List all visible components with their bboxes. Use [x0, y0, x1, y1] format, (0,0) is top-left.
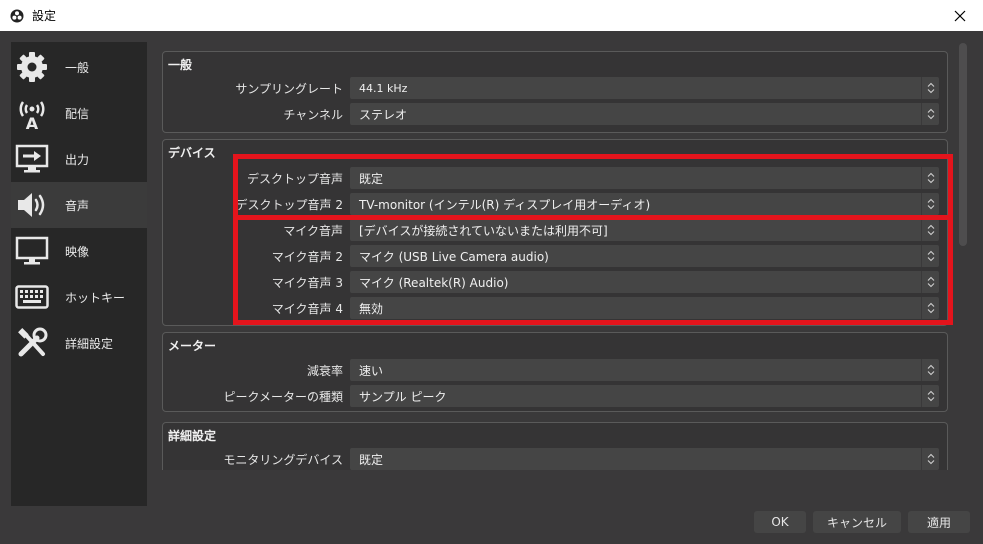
- settings-sidebar: 一般 A 配信 出力 音声 映像 ホットキー 詳細設定: [11, 42, 147, 506]
- select-value: 既定: [359, 452, 384, 467]
- sidebar-item-label: 一般: [65, 60, 90, 75]
- sidebar-item-advanced[interactable]: 詳細設定: [11, 320, 147, 366]
- sidebar-item-label: 音声: [65, 198, 90, 213]
- group-meters: メーター 減衰率 速い ピークメーターの種類 サンプル ピーク: [162, 332, 948, 412]
- group-title: 詳細設定: [168, 429, 217, 443]
- chevron-updown-icon: [921, 77, 939, 99]
- group-advanced: 詳細設定 モニタリングデバイス 既定: [162, 422, 948, 470]
- chevron-updown-icon: [921, 448, 939, 470]
- select-value: 速い: [359, 363, 384, 378]
- group-title: 一般: [168, 58, 193, 72]
- keyboard-icon: [14, 279, 50, 315]
- sample-rate-select[interactable]: 44.1 kHz: [350, 77, 939, 99]
- group-title: メーター: [168, 339, 217, 353]
- desktop-audio-highlight: [233, 154, 953, 220]
- ok-button[interactable]: OK: [754, 511, 806, 533]
- setting-row: チャンネル ステレオ: [163, 103, 949, 125]
- decay-rate-select[interactable]: 速い: [350, 359, 939, 381]
- select-value: ステレオ: [359, 107, 408, 122]
- output-monitor-icon: [14, 141, 50, 177]
- cancel-button[interactable]: キャンセル: [813, 511, 901, 533]
- setting-row: サンプリングレート 44.1 kHz: [163, 77, 949, 99]
- select-value: 44.1 kHz: [359, 81, 408, 95]
- tools-icon: [14, 325, 50, 361]
- sidebar-item-hotkeys[interactable]: ホットキー: [11, 274, 147, 320]
- sidebar-item-label: ホットキー: [65, 290, 126, 305]
- chevron-updown-icon: [921, 385, 939, 407]
- display-icon: [14, 233, 50, 269]
- mic-audio-highlight: [233, 215, 953, 325]
- sidebar-item-audio[interactable]: 音声: [11, 182, 147, 228]
- peak-meter-type-select[interactable]: サンプル ピーク: [350, 385, 939, 407]
- setting-label: ピークメーターの種類: [223, 390, 343, 404]
- gear-icon: [14, 49, 50, 85]
- setting-label: モニタリングデバイス: [223, 453, 343, 467]
- select-value: サンプル ピーク: [359, 389, 447, 404]
- scrollbar-thumb[interactable]: [959, 43, 967, 246]
- sidebar-item-label: 詳細設定: [65, 336, 114, 351]
- channels-select[interactable]: ステレオ: [350, 103, 939, 125]
- chevron-updown-icon: [921, 359, 939, 381]
- sidebar-item-stream[interactable]: A 配信: [11, 90, 147, 136]
- setting-label: 減衰率: [306, 364, 343, 378]
- group-general: 一般 サンプリングレート 44.1 kHz チャンネル ステレオ: [162, 51, 948, 133]
- monitoring-device-select[interactable]: 既定: [350, 448, 939, 470]
- sidebar-item-label: 配信: [65, 106, 90, 121]
- setting-label: サンプリングレート: [235, 82, 343, 96]
- sidebar-item-output[interactable]: 出力: [11, 136, 147, 182]
- chevron-updown-icon: [921, 103, 939, 125]
- close-icon[interactable]: [937, 0, 983, 31]
- svg-text:A: A: [26, 114, 39, 130]
- speaker-icon: [14, 187, 50, 223]
- sidebar-item-label: 出力: [65, 152, 90, 167]
- setting-row: 減衰率 速い: [163, 359, 949, 381]
- setting-row: モニタリングデバイス 既定: [163, 448, 949, 470]
- group-title: デバイス: [168, 146, 216, 160]
- window-title: 設定: [32, 9, 57, 23]
- sidebar-item-general[interactable]: 一般: [11, 44, 147, 90]
- sidebar-item-video[interactable]: 映像: [11, 228, 147, 274]
- obs-icon: [10, 9, 24, 23]
- setting-label: チャンネル: [283, 108, 343, 122]
- sidebar-item-label: 映像: [65, 244, 90, 259]
- broadcast-tower-icon: A: [14, 95, 50, 131]
- setting-row: ピークメーターの種類 サンプル ピーク: [163, 385, 949, 407]
- apply-button[interactable]: 適用: [908, 511, 970, 533]
- title-bar: 設定: [0, 0, 983, 31]
